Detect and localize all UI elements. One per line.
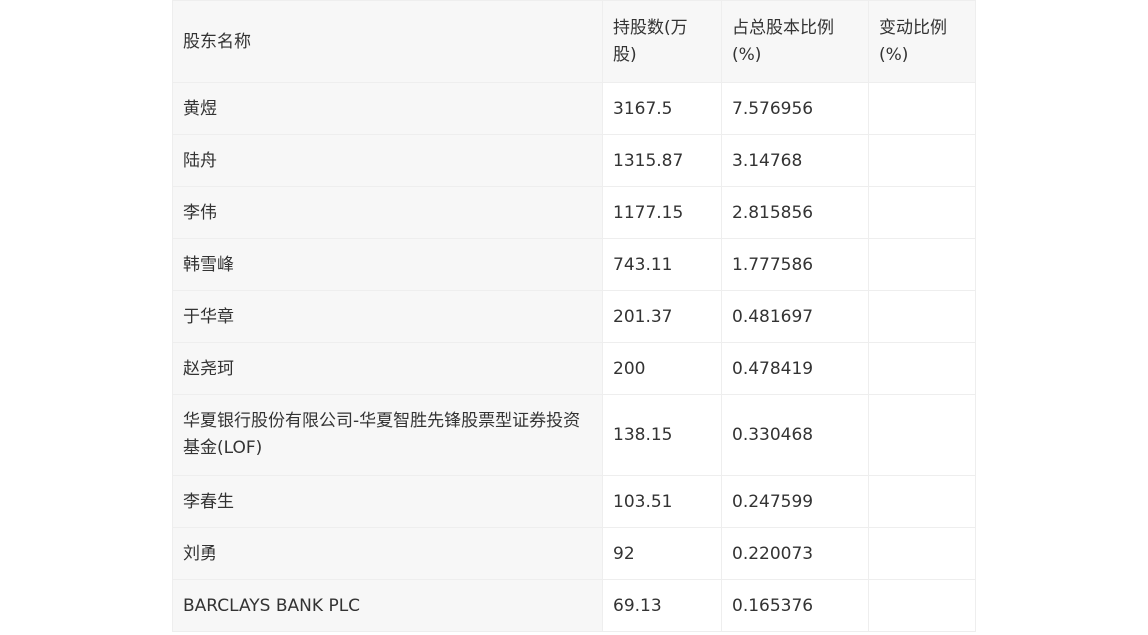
share-ratio: 3.14768 xyxy=(721,134,869,187)
table-row: 华夏银行股份有限公司-华夏智胜先锋股票型证券投资基金(LOF) 138.15 0… xyxy=(172,394,976,476)
share-ratio: 0.247599 xyxy=(721,475,869,528)
table-row: 韩雪峰 743.11 1.777586 xyxy=(172,238,976,291)
shares-held: 92 xyxy=(602,527,722,580)
header-shares-held: 持股数(万股) xyxy=(602,0,722,83)
shares-held: 743.11 xyxy=(602,238,722,291)
share-ratio: 1.777586 xyxy=(721,238,869,291)
table-row: 赵尧珂 200 0.478419 xyxy=(172,342,976,395)
table-header-row: 股东名称 持股数(万股) 占总股本比例(%) 变动比例(%) xyxy=(172,0,976,83)
shares-held: 69.13 xyxy=(602,579,722,632)
header-change-ratio-label: 变动比例(%) xyxy=(879,17,947,65)
change-ratio xyxy=(868,82,976,135)
header-share-ratio: 占总股本比例(%) xyxy=(721,0,869,83)
shareholder-name: 李伟 xyxy=(172,186,603,239)
change-ratio xyxy=(868,186,976,239)
shares-held: 1177.15 xyxy=(602,186,722,239)
shareholder-name: 陆舟 xyxy=(172,134,603,187)
shareholder-name: 华夏银行股份有限公司-华夏智胜先锋股票型证券投资基金(LOF) xyxy=(172,394,603,476)
table-row: 李春生 103.51 0.247599 xyxy=(172,475,976,528)
shareholder-name: 于华章 xyxy=(172,290,603,343)
change-ratio xyxy=(868,290,976,343)
shares-held: 103.51 xyxy=(602,475,722,528)
shareholder-name: 李春生 xyxy=(172,475,603,528)
shares-held: 138.15 xyxy=(602,394,722,476)
share-ratio: 2.815856 xyxy=(721,186,869,239)
share-ratio: 0.165376 xyxy=(721,579,869,632)
table-row: 黄煜 3167.5 7.576956 xyxy=(172,82,976,135)
shareholder-name: 刘勇 xyxy=(172,527,603,580)
shares-held: 3167.5 xyxy=(602,82,722,135)
header-shareholder-name: 股东名称 xyxy=(172,0,603,83)
share-ratio: 0.330468 xyxy=(721,394,869,476)
shareholder-name: 韩雪峰 xyxy=(172,238,603,291)
shareholder-name-text: 华夏银行股份有限公司-华夏智胜先锋股票型证券投资基金(LOF) xyxy=(183,411,581,458)
shares-held: 200 xyxy=(602,342,722,395)
change-ratio xyxy=(868,134,976,187)
share-ratio: 0.478419 xyxy=(721,342,869,395)
header-share-ratio-label: 占总股本比例(%) xyxy=(732,17,834,65)
table-row: BARCLAYS BANK PLC 69.13 0.165376 xyxy=(172,579,976,632)
change-ratio xyxy=(868,527,976,580)
share-ratio: 0.481697 xyxy=(721,290,869,343)
change-ratio xyxy=(868,238,976,291)
shares-held: 1315.87 xyxy=(602,134,722,187)
shareholder-name: 黄煜 xyxy=(172,82,603,135)
change-ratio xyxy=(868,394,976,476)
share-ratio: 0.220073 xyxy=(721,527,869,580)
shares-held: 201.37 xyxy=(602,290,722,343)
header-shares-held-label: 持股数(万股) xyxy=(613,17,688,65)
shareholder-table-container: 股东名称 持股数(万股) 占总股本比例(%) 变动比例(%) 黄煜 3167.5… xyxy=(172,0,976,632)
table-row: 陆舟 1315.87 3.14768 xyxy=(172,134,976,187)
change-ratio xyxy=(868,579,976,632)
table-row: 李伟 1177.15 2.815856 xyxy=(172,186,976,239)
change-ratio xyxy=(868,475,976,528)
shareholder-name: 赵尧珂 xyxy=(172,342,603,395)
table-row: 刘勇 92 0.220073 xyxy=(172,527,976,580)
header-change-ratio: 变动比例(%) xyxy=(868,0,976,83)
shareholder-table: 股东名称 持股数(万股) 占总股本比例(%) 变动比例(%) 黄煜 3167.5… xyxy=(172,0,976,632)
table-row: 于华章 201.37 0.481697 xyxy=(172,290,976,343)
change-ratio xyxy=(868,342,976,395)
shareholder-name: BARCLAYS BANK PLC xyxy=(172,579,603,632)
share-ratio: 7.576956 xyxy=(721,82,869,135)
